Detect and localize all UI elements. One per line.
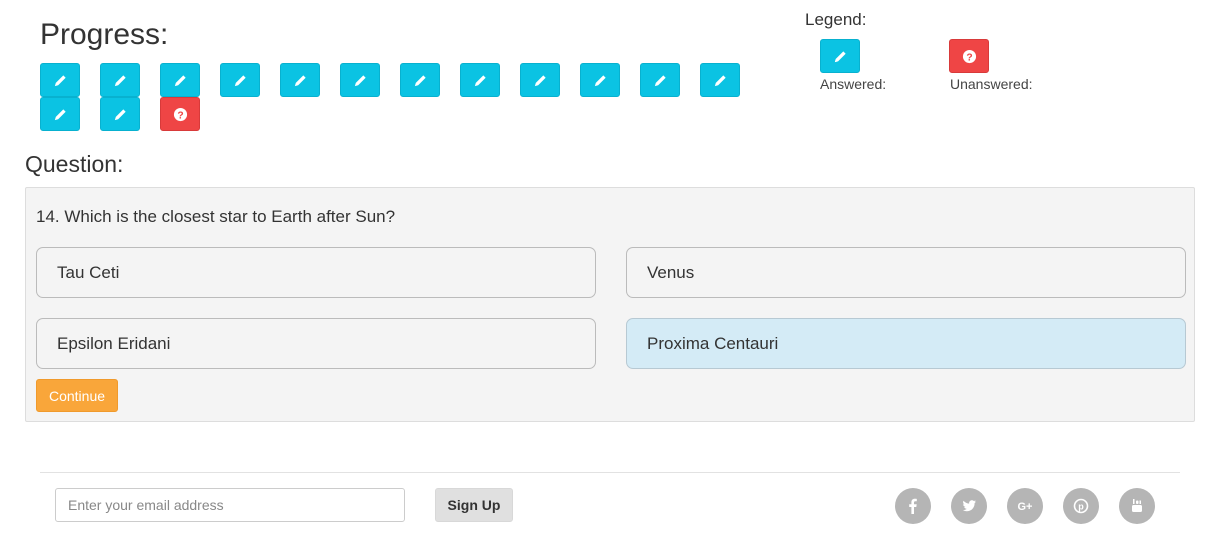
pencil-icon [354,74,366,86]
legend-title: Legend: [805,10,867,29]
answer-option-proxima-centauri[interactable]: Proxima Centauri [626,318,1186,369]
question-circle-icon: ? [173,107,187,121]
progress-question-11-button[interactable] [640,63,680,97]
svg-text:?: ? [177,110,183,121]
legend-unanswered-label: Unanswered: [950,76,1033,92]
pencil-icon [114,108,126,120]
question-panel: 14. Which is the closest star to Earth a… [25,187,1195,422]
question-text: 14. Which is the closest star to Earth a… [36,207,396,226]
answer-option-tau-ceti[interactable]: Tau Ceti [36,247,596,298]
google-plus-link[interactable]: G+ [1007,488,1043,524]
youtube-link[interactable] [1119,488,1155,524]
pencil-icon [294,74,306,86]
facebook-link[interactable] [895,488,931,524]
pencil-icon [534,74,546,86]
legend-answered-label: Answered: [820,76,887,92]
legend-answered-swatch [820,39,860,73]
twitter-icon [962,500,976,512]
progress-question-15-button[interactable]: ? [160,97,200,131]
sign-up-button[interactable]: Sign Up [435,488,513,522]
pencil-icon [54,74,66,86]
progress-question-7-button[interactable] [400,63,440,97]
question-heading: Question: [25,151,124,177]
progress-question-3-button[interactable] [160,63,200,97]
progress-question-1-button[interactable] [40,63,80,97]
facebook-icon [909,498,917,514]
pinterest-icon: p [1073,498,1089,514]
progress-question-14-button[interactable] [100,97,140,131]
progress-question-13-button[interactable] [40,97,80,131]
twitter-link[interactable] [951,488,987,524]
progress-question-6-button[interactable] [340,63,380,97]
pencil-icon [714,74,726,86]
google-plus-icon: G+ [1018,501,1033,513]
pinterest-link[interactable]: p [1063,488,1099,524]
progress-question-8-button[interactable] [460,63,500,97]
answer-option-venus[interactable]: Venus [626,247,1186,298]
svg-text:?: ? [966,52,972,63]
pencil-icon [174,74,186,86]
svg-text:G+: G+ [1018,501,1033,513]
youtube-icon [1132,499,1142,512]
pencil-icon [234,74,246,86]
pencil-icon [654,74,666,86]
footer-divider [40,472,1180,473]
progress-question-5-button[interactable] [280,63,320,97]
pencil-icon [834,50,846,62]
progress-question-9-button[interactable] [520,63,560,97]
progress-grid: ? [40,63,760,131]
pencil-icon [414,74,426,86]
svg-text:p: p [1078,502,1084,512]
email-input[interactable] [55,488,405,522]
pencil-icon [594,74,606,86]
progress-question-2-button[interactable] [100,63,140,97]
pencil-icon [54,108,66,120]
progress-question-12-button[interactable] [700,63,740,97]
pencil-icon [474,74,486,86]
progress-question-10-button[interactable] [580,63,620,97]
progress-title: Progress: [40,18,169,51]
continue-button[interactable]: Continue [36,379,118,412]
legend-unanswered-swatch: ? [949,39,989,73]
question-circle-icon: ? [962,49,976,63]
pencil-icon [114,74,126,86]
answer-option-epsilon-eridani[interactable]: Epsilon Eridani [36,318,596,369]
progress-question-4-button[interactable] [220,63,260,97]
